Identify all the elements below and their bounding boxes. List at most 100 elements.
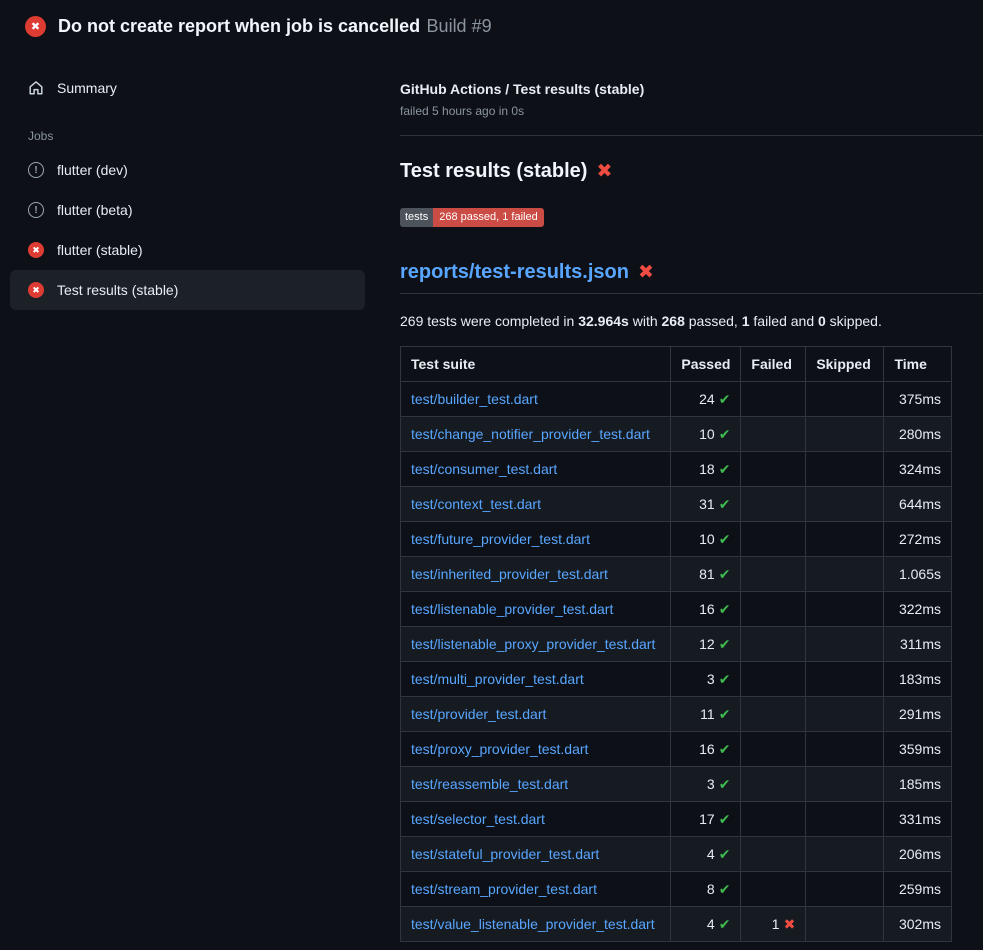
test-suite-link[interactable]: test/proxy_provider_test.dart bbox=[411, 741, 588, 757]
table-row: test/stream_provider_test.dart8✔259ms bbox=[401, 872, 952, 907]
table-row: test/multi_provider_test.dart3✔183ms bbox=[401, 662, 952, 697]
passed-cell: 16✔ bbox=[671, 732, 741, 767]
test-suite-link[interactable]: test/listenable_proxy_provider_test.dart bbox=[411, 636, 655, 652]
skipped-cell bbox=[806, 592, 884, 627]
report-file-link[interactable]: reports/test-results.json bbox=[400, 261, 629, 284]
passed-cell: 3✔ bbox=[671, 662, 741, 697]
skipped-cell bbox=[806, 872, 884, 907]
failed-cell bbox=[741, 452, 806, 487]
skipped-cell bbox=[806, 802, 884, 837]
test-suite-link[interactable]: test/selector_test.dart bbox=[411, 811, 545, 827]
failed-status-icon: ✖ bbox=[28, 242, 44, 258]
passed-cell: 31✔ bbox=[671, 487, 741, 522]
table-row: test/stateful_provider_test.dart4✔206ms bbox=[401, 837, 952, 872]
page-header: ✖ Do not create report when job is cance… bbox=[0, 0, 983, 51]
test-suite-link[interactable]: test/reassemble_test.dart bbox=[411, 776, 568, 792]
test-suite-link[interactable]: test/provider_test.dart bbox=[411, 706, 546, 722]
time-cell: 324ms bbox=[884, 452, 952, 487]
table-row: test/future_provider_test.dart10✔272ms bbox=[401, 522, 952, 557]
summary-passed-count: 268 bbox=[662, 313, 685, 329]
sidebar-item-label: flutter (stable) bbox=[57, 242, 143, 258]
sidebar-item-label: Summary bbox=[57, 80, 117, 96]
pass-check-icon: ✔ bbox=[719, 846, 731, 862]
time-cell: 280ms bbox=[884, 417, 952, 452]
failed-cell: 1✖ bbox=[741, 907, 806, 942]
time-cell: 331ms bbox=[884, 802, 952, 837]
neutral-status-icon: ! bbox=[28, 202, 44, 218]
failed-x-icon: ✖ bbox=[596, 162, 612, 181]
time-cell: 185ms bbox=[884, 767, 952, 802]
summary-seg: failed and bbox=[750, 313, 819, 329]
test-suite-link[interactable]: test/multi_provider_test.dart bbox=[411, 671, 584, 687]
test-suite-cell: test/change_notifier_provider_test.dart bbox=[401, 417, 671, 452]
pass-check-icon: ✔ bbox=[719, 531, 731, 547]
failed-status-icon: ✖ bbox=[25, 16, 46, 37]
summary-failed-count: 1 bbox=[742, 313, 750, 329]
skipped-cell bbox=[806, 697, 884, 732]
table-row: test/inherited_provider_test.dart81✔1.06… bbox=[401, 557, 952, 592]
pass-check-icon: ✔ bbox=[719, 636, 731, 652]
failed-cell bbox=[741, 732, 806, 767]
test-suite-link[interactable]: test/change_notifier_provider_test.dart bbox=[411, 426, 650, 442]
time-cell: 259ms bbox=[884, 872, 952, 907]
table-row: test/value_listenable_provider_test.dart… bbox=[401, 907, 952, 942]
test-suite-link[interactable]: test/stateful_provider_test.dart bbox=[411, 846, 599, 862]
summary-prefix: 269 tests were completed in bbox=[400, 313, 578, 329]
passed-cell: 4✔ bbox=[671, 837, 741, 872]
test-suite-cell: test/multi_provider_test.dart bbox=[401, 662, 671, 697]
pass-check-icon: ✔ bbox=[719, 811, 731, 827]
time-cell: 644ms bbox=[884, 487, 952, 522]
pass-check-icon: ✔ bbox=[719, 426, 731, 442]
test-suite-link[interactable]: test/builder_test.dart bbox=[411, 391, 538, 407]
test-suite-link[interactable]: test/future_provider_test.dart bbox=[411, 531, 590, 547]
test-suite-cell: test/listenable_proxy_provider_test.dart bbox=[401, 627, 671, 662]
sidebar-item-flutter-beta[interactable]: ! flutter (beta) bbox=[10, 190, 365, 230]
sidebar-item-flutter-stable[interactable]: ✖ flutter (stable) bbox=[10, 230, 365, 270]
failed-cell bbox=[741, 767, 806, 802]
sidebar-item-test-results-stable[interactable]: ✖ Test results (stable) bbox=[10, 270, 365, 310]
test-suite-link[interactable]: test/listenable_provider_test.dart bbox=[411, 601, 613, 617]
test-suite-link[interactable]: test/value_listenable_provider_test.dart bbox=[411, 916, 655, 932]
passed-cell: 3✔ bbox=[671, 767, 741, 802]
failed-cell bbox=[741, 837, 806, 872]
summary-seg: skipped. bbox=[826, 313, 882, 329]
test-suite-cell: test/listenable_provider_test.dart bbox=[401, 592, 671, 627]
passed-cell: 12✔ bbox=[671, 627, 741, 662]
page-title: Do not create report when job is cancell… bbox=[58, 16, 420, 36]
pass-check-icon: ✔ bbox=[719, 391, 731, 407]
col-header-test-suite: Test suite bbox=[401, 347, 671, 382]
home-icon bbox=[28, 80, 44, 96]
test-suite-link[interactable]: test/stream_provider_test.dart bbox=[411, 881, 597, 897]
table-row: test/builder_test.dart24✔375ms bbox=[401, 382, 952, 417]
table-row: test/selector_test.dart17✔331ms bbox=[401, 802, 952, 837]
passed-cell: 10✔ bbox=[671, 522, 741, 557]
test-suite-cell: test/selector_test.dart bbox=[401, 802, 671, 837]
test-results-table: Test suite Passed Failed Skipped Time te… bbox=[400, 346, 952, 942]
test-suite-cell: test/inherited_provider_test.dart bbox=[401, 557, 671, 592]
test-suite-cell: test/consumer_test.dart bbox=[401, 452, 671, 487]
skipped-cell bbox=[806, 627, 884, 662]
passed-cell: 4✔ bbox=[671, 907, 741, 942]
skipped-cell bbox=[806, 522, 884, 557]
pass-check-icon: ✔ bbox=[719, 601, 731, 617]
pass-check-icon: ✔ bbox=[719, 881, 731, 897]
test-suite-link[interactable]: test/inherited_provider_test.dart bbox=[411, 566, 608, 582]
run-status-line: failed 5 hours ago in 0s bbox=[400, 104, 983, 118]
skipped-cell bbox=[806, 767, 884, 802]
test-suite-cell: test/value_listenable_provider_test.dart bbox=[401, 907, 671, 942]
sidebar-item-flutter-dev[interactable]: ! flutter (dev) bbox=[10, 150, 365, 190]
skipped-cell bbox=[806, 907, 884, 942]
test-suite-cell: test/builder_test.dart bbox=[401, 382, 671, 417]
test-suite-link[interactable]: test/context_test.dart bbox=[411, 496, 541, 512]
table-header-row: Test suite Passed Failed Skipped Time bbox=[401, 347, 952, 382]
test-suite-link[interactable]: test/consumer_test.dart bbox=[411, 461, 557, 477]
pass-check-icon: ✔ bbox=[719, 776, 731, 792]
sidebar-item-label: Test results (stable) bbox=[57, 282, 178, 298]
col-header-failed: Failed bbox=[741, 347, 806, 382]
summary-duration: 32.964s bbox=[578, 313, 629, 329]
table-row: test/listenable_provider_test.dart16✔322… bbox=[401, 592, 952, 627]
divider bbox=[400, 135, 983, 136]
passed-cell: 81✔ bbox=[671, 557, 741, 592]
failed-status-icon: ✖ bbox=[28, 282, 44, 298]
sidebar-item-summary[interactable]: Summary bbox=[10, 68, 365, 108]
